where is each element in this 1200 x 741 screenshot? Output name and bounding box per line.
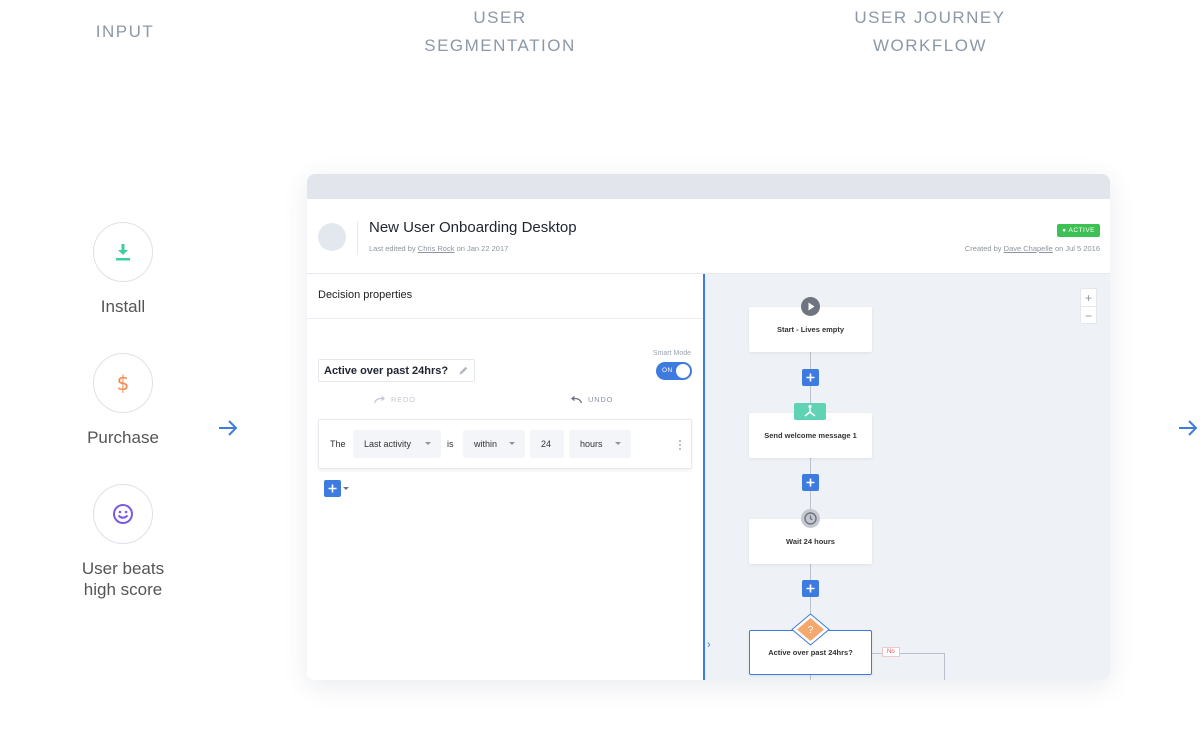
input-item-install: Install	[63, 222, 183, 317]
smart-mode-label: Smart Mode	[652, 350, 691, 357]
plus-icon	[806, 478, 815, 487]
plus-icon	[328, 484, 337, 493]
redo-label: REDO	[391, 395, 416, 404]
edited-date: on Jan 22 2017	[456, 244, 509, 253]
status-badge: ● ACTIVE	[1057, 224, 1100, 237]
journey-title: New User Onboarding Desktop	[369, 219, 577, 236]
zoom-in-icon[interactable]: +	[1081, 289, 1096, 306]
chevron-down-icon[interactable]	[343, 487, 349, 490]
avatar[interactable]	[318, 223, 346, 251]
input-item-high-score: User beats high score	[63, 484, 183, 600]
install-icon-circle	[93, 222, 153, 282]
purchase-icon-circle: $	[93, 353, 153, 413]
undo-button[interactable]: UNDO	[570, 395, 613, 404]
condition-operator: is	[447, 439, 454, 449]
toggle-state-text: ON	[662, 367, 673, 374]
collapse-panel-icon[interactable]: ›	[707, 639, 711, 651]
status-badge-text: ACTIVE	[1068, 227, 1095, 234]
add-step-button[interactable]	[802, 474, 819, 491]
last-edited-info: Last edited by Chris Rock on Jan 22 2017	[369, 244, 508, 253]
field-select[interactable]: Last activity	[353, 430, 441, 458]
unit-select[interactable]: hours	[569, 430, 631, 458]
unit-select-value: hours	[580, 439, 603, 449]
journey-heading-line2: WORKFLOW	[873, 36, 987, 55]
edited-prefix: Last edited by	[369, 244, 416, 253]
chevron-down-icon	[425, 442, 431, 445]
svg-text:$: $	[117, 372, 130, 394]
created-prefix: Created by	[964, 244, 1002, 253]
app-window: New User Onboarding Desktop Last edited …	[307, 174, 1110, 680]
high-score-label-line2: high score	[83, 580, 163, 599]
question-icon: ?	[791, 613, 830, 646]
segmentation-column-heading: USER SEGMENTATION	[400, 4, 600, 60]
zoom-controls: + −	[1080, 288, 1097, 324]
redo-button[interactable]: REDO	[373, 395, 416, 404]
plus-icon	[806, 373, 815, 382]
comparator-select[interactable]: within	[463, 430, 525, 458]
node-label-decision: Active over past 24hrs?	[768, 648, 853, 657]
segmentation-heading-line2: SEGMENTATION	[424, 36, 576, 55]
field-select-value: Last activity	[364, 439, 412, 449]
svg-text:?: ?	[808, 625, 814, 636]
decision-name-text: Active over past 24hrs?	[324, 364, 449, 377]
decision-name-field[interactable]: Active over past 24hrs?	[318, 359, 476, 382]
node-label-send-message: Send welcome message 1	[764, 431, 857, 440]
created-date: on Jul 5 2016	[1054, 244, 1100, 253]
segmentation-heading-line1: USER	[473, 8, 527, 27]
workflow-canvas: › + − Start - Lives empty Send welcome m…	[703, 274, 1110, 680]
node-label-wait: Wait 24 hours	[786, 537, 835, 546]
header-divider	[357, 221, 358, 255]
dollar-icon: $	[117, 372, 130, 394]
connector-line	[810, 675, 811, 680]
journey-heading-line1: USER JOURNEY	[854, 8, 1006, 27]
journey-header: New User Onboarding Desktop Last edited …	[307, 199, 1110, 274]
add-step-button[interactable]	[802, 369, 819, 386]
add-condition-button[interactable]	[324, 480, 341, 497]
high-score-label-line1: User beats	[81, 559, 165, 578]
split-icon	[794, 403, 826, 420]
panel-divider	[307, 318, 703, 319]
toggle-knob	[676, 364, 690, 378]
undo-icon	[570, 395, 583, 403]
play-icon	[801, 297, 820, 316]
creator-link[interactable]: Dave Chapelle	[1004, 244, 1053, 253]
node-label-start: Start - Lives empty	[776, 325, 845, 334]
window-top-bar	[307, 174, 1110, 199]
input-heading-text: INPUT	[95, 22, 155, 41]
smiley-icon	[113, 504, 133, 524]
download-icon	[116, 244, 130, 261]
pencil-icon[interactable]	[458, 365, 469, 376]
undo-label: UNDO	[588, 395, 614, 404]
input-label-high-score: User beats high score	[63, 558, 183, 600]
input-item-purchase: $ Purchase	[63, 353, 183, 448]
score-icon-circle	[93, 484, 153, 544]
zoom-out-icon[interactable]: −	[1081, 307, 1096, 324]
arrow-right-icon	[219, 420, 238, 436]
more-options-icon[interactable]	[679, 440, 681, 450]
arrow-right-icon	[1179, 420, 1198, 436]
decision-properties-panel: Decision properties Active over past 24h…	[307, 274, 703, 680]
branch-connector	[944, 653, 945, 680]
input-label-purchase: Purchase	[87, 428, 159, 447]
chevron-down-icon	[615, 442, 621, 445]
amount-input[interactable]: 24	[530, 430, 564, 458]
editor-link[interactable]: Chris Rock	[418, 244, 455, 253]
clock-icon	[801, 509, 820, 528]
comparator-select-value: within	[474, 439, 498, 449]
smart-mode-toggle[interactable]: ON	[656, 362, 692, 380]
panel-title: Decision properties	[318, 289, 413, 301]
condition-prefix: The	[330, 439, 346, 449]
condition-row: The Last activity is within 24 hours	[318, 419, 692, 469]
branch-label-no: No	[882, 647, 900, 657]
add-step-button[interactable]	[802, 580, 819, 597]
amount-input-value: 24	[541, 439, 552, 449]
chevron-down-icon	[509, 442, 515, 445]
input-label-install: Install	[100, 297, 146, 316]
plus-icon	[806, 584, 815, 593]
input-column-heading: INPUT	[60, 18, 190, 46]
created-info: Created by Dave Chapelle on Jul 5 2016	[965, 244, 1100, 253]
journey-column-heading: USER JOURNEY WORKFLOW	[820, 4, 1040, 60]
redo-icon	[373, 395, 386, 403]
